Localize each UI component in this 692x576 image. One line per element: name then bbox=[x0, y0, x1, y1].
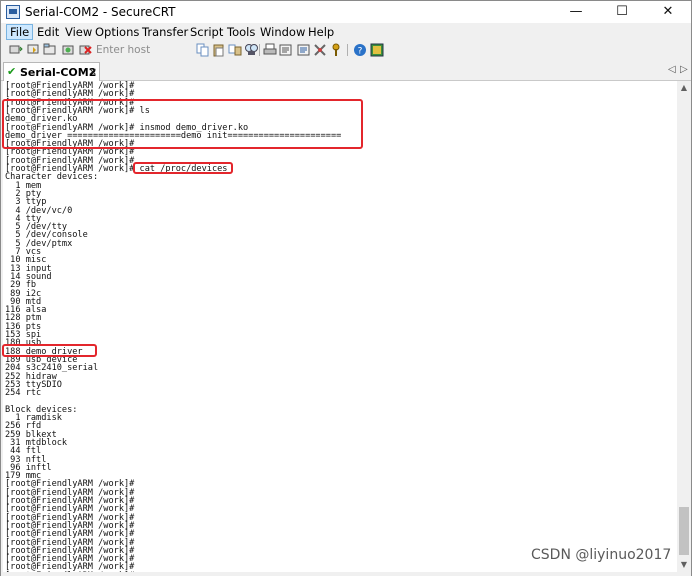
copy-paste-icon[interactable] bbox=[228, 43, 242, 57]
tab-serial-com2[interactable]: ✔ Serial-COM2 × bbox=[3, 62, 100, 81]
reconnect-icon[interactable] bbox=[61, 43, 75, 57]
screenshot-icon[interactable] bbox=[370, 43, 384, 57]
tab-scroll-right-icon[interactable]: ▷ bbox=[680, 64, 688, 75]
toolbar-separator bbox=[347, 44, 348, 56]
menu-help[interactable]: Help bbox=[305, 24, 337, 40]
highlight-box-insmod bbox=[2, 99, 363, 149]
copy-icon[interactable] bbox=[196, 43, 210, 57]
minimize-button[interactable]: — bbox=[553, 1, 599, 23]
title-bar[interactable]: Serial-COM2 - SecureCRT — ☐ ✕ bbox=[1, 1, 691, 23]
host-input[interactable]: Enter host <Alt+R> bbox=[96, 42, 188, 72]
menu-tools[interactable]: Tools bbox=[224, 24, 258, 40]
vertical-scrollbar[interactable]: ▲ ▼ bbox=[677, 81, 691, 572]
highlight-box-demo-driver bbox=[2, 344, 97, 357]
help-icon[interactable]: ? bbox=[353, 43, 367, 57]
global-options-icon[interactable] bbox=[297, 43, 311, 57]
menu-file[interactable]: File bbox=[6, 24, 34, 40]
status-bar bbox=[1, 572, 691, 576]
keymap-icon[interactable] bbox=[330, 43, 344, 57]
close-window-button[interactable]: ✕ bbox=[645, 1, 691, 23]
session-options-icon[interactable] bbox=[279, 43, 293, 57]
find-icon[interactable] bbox=[244, 43, 258, 57]
paste-icon[interactable] bbox=[212, 43, 226, 57]
quick-connect-icon[interactable] bbox=[27, 43, 41, 57]
menu-edit[interactable]: Edit bbox=[34, 24, 62, 40]
securecrt-window: Serial-COM2 - SecureCRT — ☐ ✕ File Edit … bbox=[0, 0, 692, 576]
connect-tab-icon[interactable] bbox=[43, 43, 57, 57]
tab-label: Serial-COM2 bbox=[20, 66, 97, 79]
sftp-icon[interactable] bbox=[313, 43, 327, 57]
print-icon[interactable] bbox=[263, 43, 277, 57]
menu-options[interactable]: Options bbox=[92, 24, 142, 40]
scroll-up-icon[interactable]: ▲ bbox=[677, 81, 691, 95]
menu-bar: File Edit View Options Transfer Script T… bbox=[1, 23, 691, 41]
toolbar-separator bbox=[259, 44, 260, 56]
window-title: Serial-COM2 - SecureCRT bbox=[25, 5, 176, 19]
menu-transfer[interactable]: Transfer bbox=[139, 24, 191, 40]
maximize-button[interactable]: ☐ bbox=[599, 1, 645, 23]
disconnect-icon[interactable] bbox=[79, 43, 93, 57]
watermark-text: CSDN @liyinuo2017 bbox=[529, 547, 674, 563]
connect-icon[interactable] bbox=[9, 43, 23, 57]
scroll-down-icon[interactable]: ▼ bbox=[677, 558, 691, 572]
menu-view[interactable]: View bbox=[62, 24, 95, 40]
scrollbar-thumb[interactable] bbox=[679, 507, 689, 555]
session-tab-bar: ✔ Serial-COM2 × ◁ ▷ bbox=[1, 61, 691, 81]
connected-check-icon: ✔ bbox=[7, 65, 17, 78]
terminal-output[interactable]: [root@FriendlyARM /work]# [root@FriendlyA… bbox=[3, 81, 677, 572]
svg-text:?: ? bbox=[358, 47, 363, 57]
terminal-line: 254 rtc bbox=[5, 388, 42, 399]
menu-window[interactable]: Window bbox=[257, 24, 308, 40]
menu-script[interactable]: Script bbox=[187, 24, 226, 40]
highlight-box-cat-devices bbox=[133, 162, 233, 174]
securecrt-app-icon bbox=[6, 5, 20, 19]
toolbar: Enter host <Alt+R> ? bbox=[1, 41, 691, 72]
tab-scroll-left-icon[interactable]: ◁ bbox=[668, 64, 676, 75]
tab-close-icon[interactable]: × bbox=[88, 65, 97, 78]
